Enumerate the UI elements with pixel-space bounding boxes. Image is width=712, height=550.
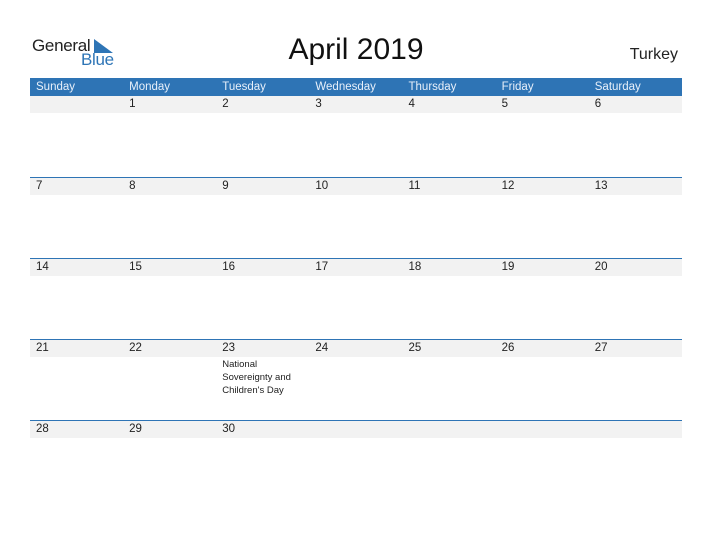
day-cell <box>589 421 682 438</box>
day-number: 25 <box>408 342 422 354</box>
day-cell: 30 <box>216 421 309 438</box>
day-number: 3 <box>315 98 322 110</box>
day-cell: 6 <box>589 96 682 113</box>
day-number: 22 <box>129 342 142 354</box>
day-cell: 8 <box>123 178 216 195</box>
day-number: 14 <box>36 261 49 273</box>
day-cell <box>309 421 402 438</box>
weekday-header: Sunday Monday Tuesday Wednesday Thursday… <box>30 78 682 96</box>
day-number: 7 <box>36 180 43 192</box>
day-cell: 29 <box>123 421 216 438</box>
day-cell: 16 <box>216 259 309 276</box>
day-number: 18 <box>408 261 422 273</box>
weekday-wednesday: Wednesday <box>315 81 376 93</box>
day-cell: 26 <box>496 340 589 357</box>
day-number: 20 <box>594 261 608 273</box>
day-number: 21 <box>36 342 49 354</box>
day-number: 15 <box>129 261 142 273</box>
day-cell: 20 <box>589 259 682 276</box>
calendar-title: April 2019 <box>288 33 424 66</box>
day-cell: 23 National Sovereignty and Children's Da… <box>216 340 309 396</box>
day-cell: 14 <box>30 259 123 276</box>
weekday-friday: Friday <box>501 81 534 93</box>
day-number: 5 <box>501 98 509 110</box>
day-cell: 15 <box>123 259 216 276</box>
day-cell: 11 <box>403 178 496 195</box>
day-cell: 21 <box>30 340 123 357</box>
day-cell: 12 <box>496 178 589 195</box>
weeks-container: 1 2 3 4 5 6 7 8 9 10 11 12 13 14 15 16 17 18 19 20 21 22 23 Nat… <box>30 96 682 501</box>
day-number: 2 <box>222 98 229 110</box>
day-number: 17 <box>315 261 329 273</box>
day-cell: 7 <box>30 178 123 195</box>
day-number: 11 <box>408 180 421 192</box>
date-strip: 28 29 30 <box>30 421 682 438</box>
week-row: 21 22 23 National Sovereignty and Children'… <box>30 339 682 420</box>
day-number: 12 <box>501 180 515 192</box>
day-cell <box>496 421 589 438</box>
day-cell: 9 <box>216 178 309 195</box>
day-number: 27 <box>594 342 608 354</box>
day-cell: 10 <box>309 178 402 195</box>
day-number: 23 <box>222 342 236 354</box>
day-cell: 13 <box>589 178 682 195</box>
day-cell <box>30 96 123 113</box>
week-row: 7 8 9 10 11 12 13 <box>30 177 682 258</box>
date-strip: 1 2 3 4 5 6 <box>30 96 682 113</box>
day-cell: 27 <box>589 340 682 357</box>
day-cell: 4 <box>403 96 496 113</box>
day-number: 28 <box>36 423 49 435</box>
day-cell: 19 <box>496 259 589 276</box>
day-cell: 3 <box>309 96 402 113</box>
week-row: 1 2 3 4 5 6 <box>30 96 682 177</box>
day-number: 6 <box>594 98 602 110</box>
week-row: 14 15 16 17 18 19 20 <box>30 258 682 339</box>
weekday-sunday: Sunday <box>36 81 76 93</box>
day-cell <box>403 421 496 438</box>
day-cell: 2 <box>216 96 309 113</box>
day-cell: 22 <box>123 340 216 357</box>
day-number: 9 <box>222 180 229 192</box>
day-cell: 5 <box>496 96 589 113</box>
day-number: 10 <box>315 180 329 192</box>
day-number: 29 <box>129 423 142 435</box>
weekday-tuesday: Tuesday <box>222 81 266 93</box>
day-cell: 17 <box>309 259 402 276</box>
day-number: 19 <box>501 261 515 273</box>
weekday-thursday: Thursday <box>408 81 457 93</box>
day-number: 4 <box>408 98 415 110</box>
day-cell: 1 <box>123 96 216 113</box>
day-cell: 24 <box>309 340 402 357</box>
day-number: 26 <box>501 342 515 354</box>
day-number: 16 <box>222 261 236 273</box>
date-strip: 7 8 9 10 11 12 13 <box>30 178 682 195</box>
day-number: 30 <box>222 423 236 435</box>
day-number: 24 <box>315 342 329 354</box>
weekday-saturday: Saturday <box>594 81 641 93</box>
holiday-event: National Sovereignty and Children's Day <box>222 359 291 396</box>
week-row: 28 29 30 <box>30 420 682 501</box>
weekday-monday: Monday <box>129 81 171 93</box>
day-cell: 18 <box>403 259 496 276</box>
day-number: 13 <box>594 180 608 192</box>
date-strip: 14 15 16 17 18 19 20 <box>30 259 682 276</box>
day-cell: 28 <box>30 421 123 438</box>
day-number: 8 <box>129 180 136 192</box>
calendar-grid: Sunday Monday Tuesday Wednesday Thursday… <box>30 78 682 501</box>
day-number: 1 <box>129 98 136 110</box>
day-cell: 25 <box>403 340 496 357</box>
country-label: Turkey <box>629 46 678 63</box>
date-strip: 21 22 23 National Sovereignty and Children'… <box>30 340 682 396</box>
